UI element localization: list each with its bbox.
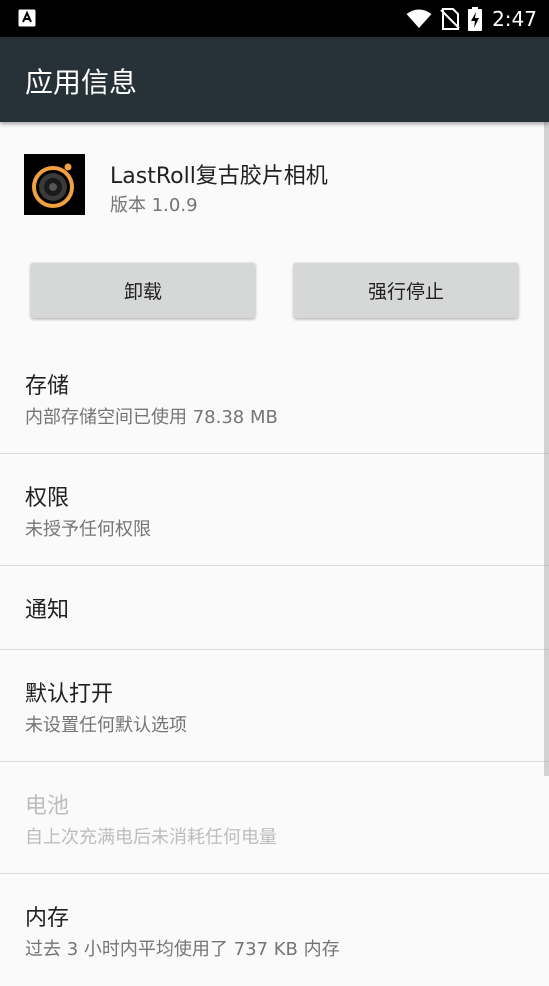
list-item-open-by-default[interactable]: 默认打开 未设置任何默认选项 — [0, 650, 549, 762]
list-item-summary: 未授予任何权限 — [25, 519, 151, 540]
battery-charging-icon — [468, 6, 483, 31]
status-icons: 2:47 — [406, 0, 537, 37]
list-item-notifications[interactable]: 通知 — [0, 566, 549, 650]
app-camera-lens-icon — [24, 154, 85, 215]
list-item-storage[interactable]: 存储 内部存储空间已使用 78.38 MB — [0, 342, 549, 454]
notification-app-icon — [18, 9, 36, 27]
list-item-summary: 未设置任何默认选项 — [25, 715, 187, 736]
settings-list: 存储 内部存储空间已使用 78.38 MB 权限 未授予任何权限 通知 默认打开… — [0, 342, 549, 986]
list-item-title: 通知 — [25, 598, 70, 623]
list-item-memory[interactable]: 内存 过去 3 小时内平均使用了 737 KB 内存 — [0, 874, 549, 986]
list-item-summary: 自上次充满电后未消耗任何电量 — [25, 827, 277, 848]
app-header: LastRoll复古胶片相机 版本 1.0.9 — [0, 122, 549, 252]
page-title: 应用信息 — [25, 66, 138, 99]
app-version: 版本 1.0.9 — [110, 195, 198, 216]
list-item-summary: 过去 3 小时内平均使用了 737 KB 内存 — [25, 939, 340, 960]
list-item-title: 默认打开 — [25, 682, 114, 707]
list-item-permissions[interactable]: 权限 未授予任何权限 — [0, 454, 549, 566]
no-sim-icon — [440, 7, 460, 30]
app-name: LastRoll复古胶片相机 — [110, 164, 328, 189]
list-item-title: 电池 — [25, 794, 70, 819]
app-bar: 应用信息 — [0, 37, 549, 122]
list-item-title: 权限 — [25, 486, 70, 511]
scrollbar[interactable] — [544, 122, 549, 776]
force-stop-button[interactable]: 强行停止 — [294, 263, 518, 318]
uninstall-button[interactable]: 卸载 — [31, 263, 255, 318]
status-time: 2:47 — [492, 6, 537, 31]
list-item-title: 内存 — [25, 906, 70, 931]
wifi-icon — [406, 9, 432, 28]
list-item-battery: 电池 自上次充满电后未消耗任何电量 — [0, 762, 549, 874]
status-bar: 2:47 — [0, 0, 549, 37]
list-item-title: 存储 — [25, 374, 70, 399]
list-item-summary: 内部存储空间已使用 78.38 MB — [25, 407, 278, 428]
